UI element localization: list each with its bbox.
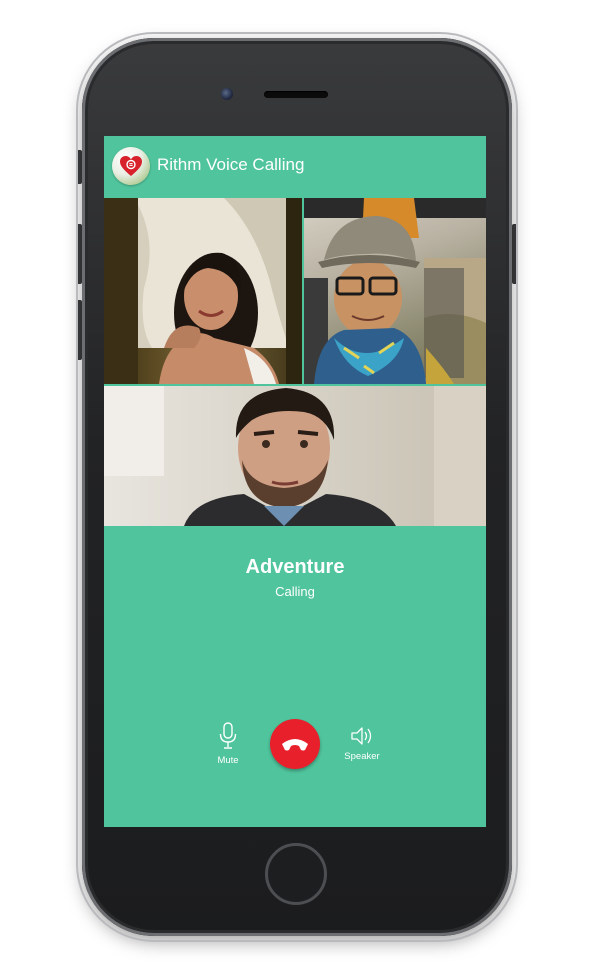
- speaker-icon: [351, 727, 372, 745]
- app-bar: Rithm Voice Calling: [104, 136, 486, 198]
- contact-name: Adventure: [245, 556, 345, 578]
- participant-video-2[interactable]: [304, 198, 486, 384]
- speaker-button[interactable]: Speaker: [342, 726, 382, 762]
- earpiece-speaker: [264, 91, 328, 98]
- app-title: Rithm Voice Calling: [157, 155, 305, 174]
- microphone-icon: [219, 722, 237, 749]
- speaker-label: Speaker: [344, 751, 380, 762]
- app-screen: Rithm Voice Calling Adventure Calling Mu…: [104, 136, 486, 827]
- participant-video-1[interactable]: [104, 198, 302, 384]
- mute-button[interactable]: Mute: [210, 722, 246, 766]
- mute-label: Mute: [217, 755, 239, 766]
- front-camera: [221, 88, 233, 100]
- call-status: Calling: [275, 584, 315, 599]
- end-call-button[interactable]: [270, 719, 320, 769]
- phone-hangup-icon: [282, 739, 308, 751]
- participant-video-3[interactable]: [104, 386, 486, 526]
- power-button[interactable]: [512, 224, 518, 284]
- heart-logo-icon: [112, 147, 150, 185]
- home-button[interactable]: [265, 843, 327, 905]
